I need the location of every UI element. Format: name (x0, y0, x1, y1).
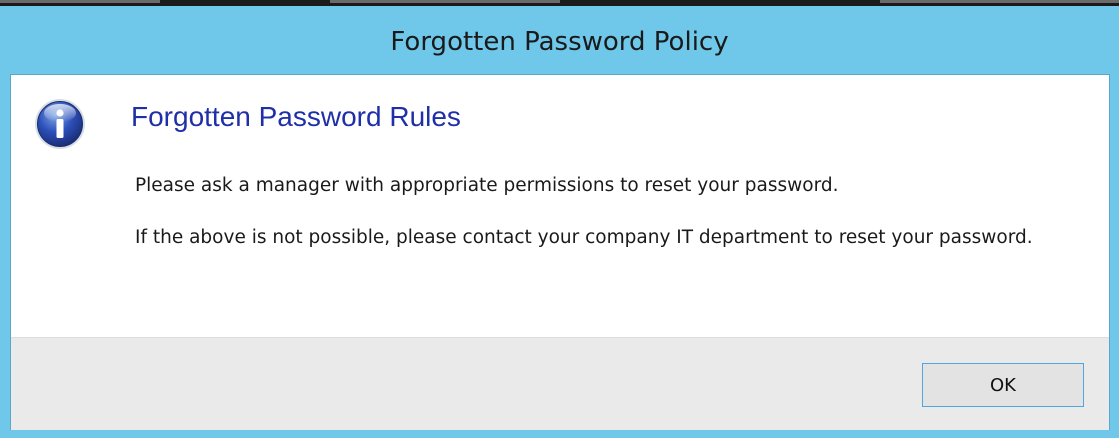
message-paragraph: If the above is not possible, please con… (135, 227, 1033, 248)
title-bar[interactable]: Forgotten Password Policy (0, 6, 1119, 74)
background-window-segment (880, 0, 1119, 3)
ok-button[interactable]: OK (922, 363, 1084, 407)
message-area: Forgotten Password Rules Please ask a ma… (11, 75, 1109, 337)
message-paragraph: Please ask a manager with appropriate pe… (135, 175, 839, 196)
button-bar: OK (11, 337, 1109, 430)
dialog-heading: Forgotten Password Rules (131, 101, 461, 132)
window-title: Forgotten Password Policy (390, 27, 729, 57)
background-window-segment (330, 0, 560, 3)
background-window-segment (0, 0, 160, 3)
info-icon (35, 99, 85, 149)
dialog-client-area: Forgotten Password Rules Please ask a ma… (10, 74, 1110, 430)
dialog-window: Forgotten Password Policy Forgotten Pass… (0, 6, 1119, 438)
